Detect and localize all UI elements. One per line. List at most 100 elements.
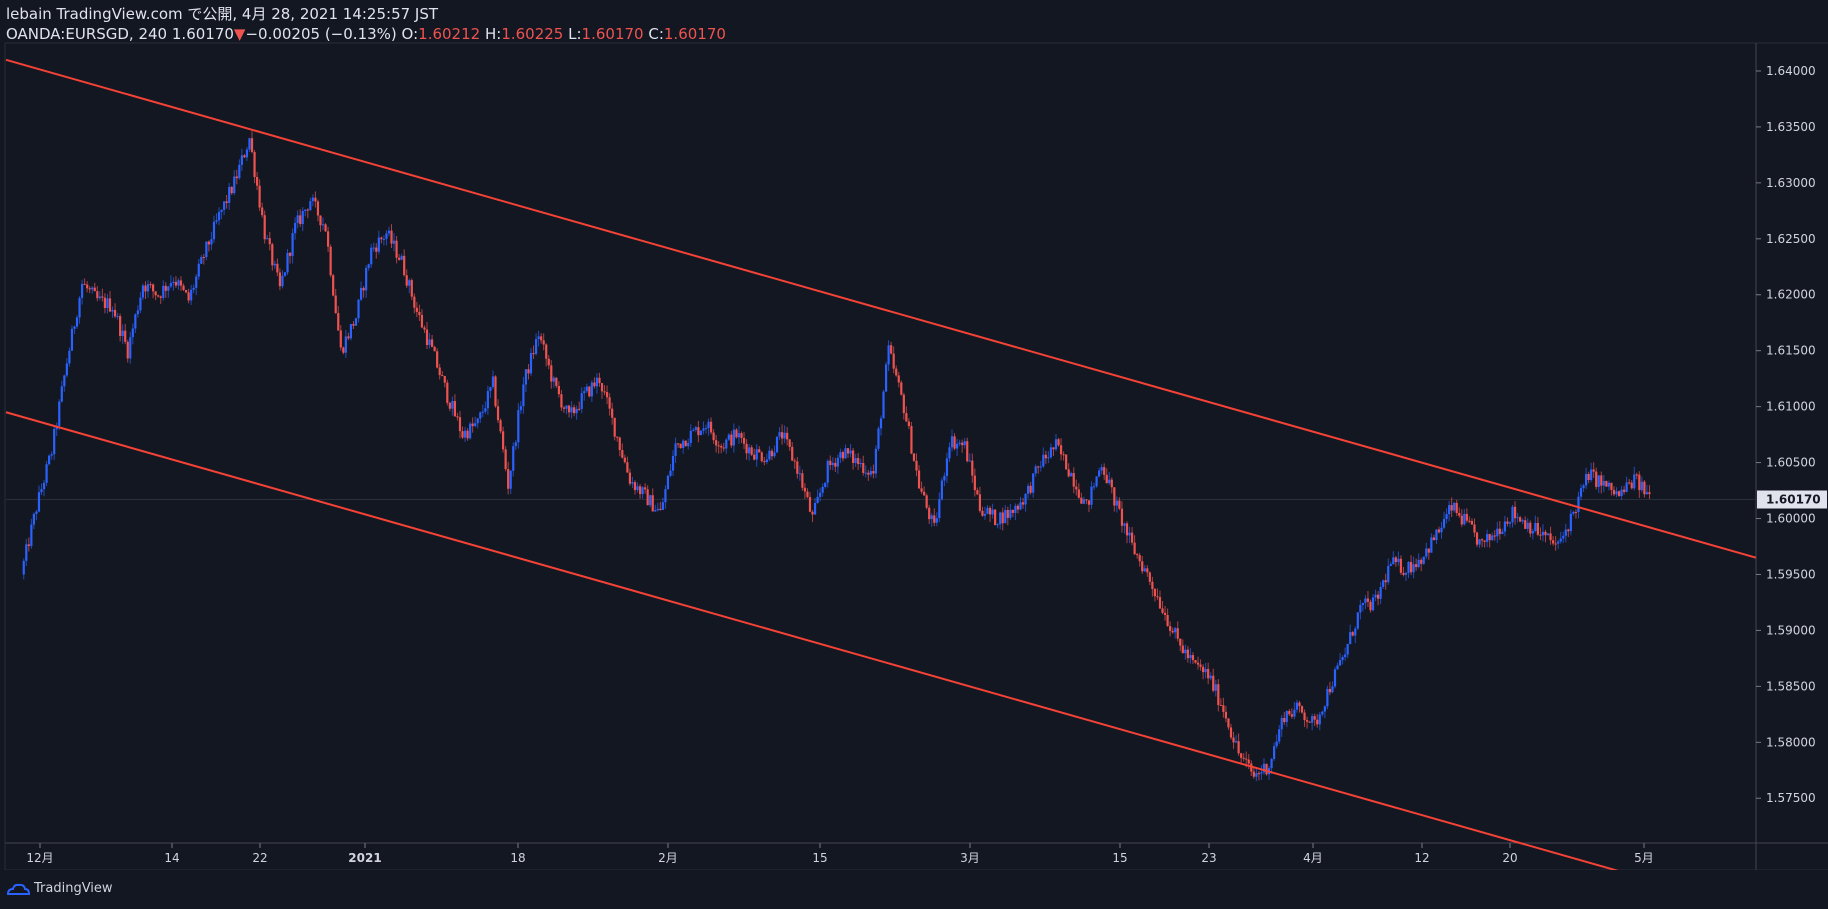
candle-body bbox=[1402, 572, 1405, 575]
candle-body bbox=[278, 272, 282, 287]
candle-body bbox=[438, 367, 441, 376]
candle-body bbox=[1311, 716, 1314, 723]
candle-body bbox=[430, 339, 434, 347]
candle-body bbox=[1146, 568, 1149, 573]
time-tick-label: 12月 bbox=[26, 851, 53, 865]
candle-body bbox=[1227, 718, 1230, 728]
candle-body bbox=[864, 472, 867, 474]
candle-body bbox=[162, 285, 165, 298]
candle-body bbox=[469, 423, 472, 439]
candle-body bbox=[1219, 705, 1222, 707]
candle-body bbox=[334, 295, 337, 314]
candle-body bbox=[958, 442, 961, 444]
candle-body bbox=[1595, 471, 1598, 487]
candle-body bbox=[476, 418, 479, 424]
candle-body bbox=[852, 450, 855, 463]
candle-body bbox=[1478, 539, 1481, 545]
candle-body bbox=[745, 443, 748, 454]
candle-body bbox=[1196, 662, 1200, 665]
candle-body bbox=[258, 185, 261, 208]
candle-body bbox=[988, 507, 992, 515]
candle-body bbox=[1557, 541, 1560, 544]
candle-body bbox=[869, 471, 872, 475]
candle-body bbox=[562, 407, 566, 409]
candle-body bbox=[1283, 718, 1286, 723]
last-price-label: 1.60170 bbox=[1766, 493, 1821, 507]
candle-body bbox=[42, 482, 46, 490]
price-tick-label: 1.60500 bbox=[1766, 456, 1816, 470]
candle-body bbox=[661, 502, 664, 510]
candle-body bbox=[590, 382, 593, 397]
candle-body bbox=[821, 486, 824, 493]
candle-body bbox=[578, 408, 581, 410]
candle-body bbox=[849, 450, 852, 454]
candle-body bbox=[98, 296, 101, 299]
candle-body bbox=[760, 452, 763, 462]
candle-body bbox=[1270, 758, 1273, 769]
candle-body bbox=[415, 307, 418, 312]
candle-body bbox=[187, 292, 190, 301]
candle-body bbox=[991, 509, 994, 515]
time-axis[interactable]: 12月 14 22 2021 18 2月 15 3月 15 23 4月 12 20 5月 bbox=[26, 843, 1654, 865]
candle-body bbox=[1549, 533, 1552, 541]
candle-body bbox=[276, 263, 279, 273]
candle-body bbox=[1351, 632, 1354, 636]
candle-body bbox=[1123, 523, 1126, 526]
time-tick-label: 22 bbox=[252, 851, 267, 865]
candle-body bbox=[1062, 454, 1065, 456]
candle-body bbox=[37, 492, 41, 512]
candle-body bbox=[1098, 470, 1101, 477]
candle-body bbox=[471, 423, 474, 427]
candle-body bbox=[963, 441, 966, 446]
candle-body bbox=[1257, 773, 1260, 775]
candle-body bbox=[707, 421, 710, 429]
candle-body bbox=[174, 281, 178, 286]
time-tick-label: 15 bbox=[812, 851, 827, 865]
price-tick-label: 1.63500 bbox=[1766, 120, 1816, 134]
candle-body bbox=[1430, 537, 1433, 553]
candle-body bbox=[1125, 523, 1129, 536]
candle-body bbox=[296, 215, 299, 224]
candle-body bbox=[514, 442, 517, 447]
candle-body bbox=[1526, 522, 1529, 529]
candle-body bbox=[986, 507, 989, 514]
price-axis[interactable]: 1.57500 1.58000 1.58500 1.59000 1.59500 1.600… bbox=[1756, 64, 1827, 805]
candle-body bbox=[1014, 505, 1017, 513]
candle-body bbox=[233, 176, 236, 194]
candle-body bbox=[1328, 688, 1332, 693]
candle-body bbox=[1077, 489, 1080, 498]
candle-body bbox=[263, 215, 266, 240]
candle-body bbox=[598, 377, 601, 384]
candle-body bbox=[1572, 511, 1575, 514]
candle-body bbox=[1199, 664, 1202, 667]
price-chart[interactable]: 1.57500 1.58000 1.58500 1.59000 1.59500 1.600… bbox=[0, 0, 1828, 870]
candle-body bbox=[1475, 532, 1479, 545]
candle-body bbox=[48, 455, 51, 465]
candle-body bbox=[1379, 586, 1382, 599]
candle-body bbox=[788, 439, 791, 447]
candle-body bbox=[149, 284, 152, 286]
candle-body bbox=[314, 197, 317, 202]
candle-body bbox=[1584, 473, 1588, 486]
candle-body bbox=[200, 257, 203, 264]
candle-body bbox=[644, 487, 647, 490]
time-tick-label: 4月 bbox=[1303, 851, 1323, 865]
candle-body bbox=[428, 339, 431, 345]
candle-body bbox=[732, 429, 735, 446]
candle-body bbox=[1645, 492, 1649, 495]
candle-body bbox=[1409, 561, 1413, 573]
candle-body bbox=[1214, 684, 1217, 691]
candle-body bbox=[179, 280, 183, 286]
candle-body bbox=[1042, 454, 1045, 467]
candle-body bbox=[1633, 474, 1636, 489]
price-tick-label: 1.58500 bbox=[1766, 679, 1816, 693]
time-tick-label: 2021 bbox=[348, 851, 381, 865]
candle-body bbox=[1115, 500, 1118, 506]
time-tick-label: 5月 bbox=[1634, 851, 1654, 865]
tradingview-logo[interactable]: TradingView bbox=[6, 880, 113, 896]
trendlines[interactable] bbox=[5, 58, 1757, 870]
candle-body bbox=[1513, 506, 1517, 519]
candle-body bbox=[32, 513, 35, 525]
candle-body bbox=[1067, 469, 1070, 477]
candle-body bbox=[291, 233, 294, 256]
